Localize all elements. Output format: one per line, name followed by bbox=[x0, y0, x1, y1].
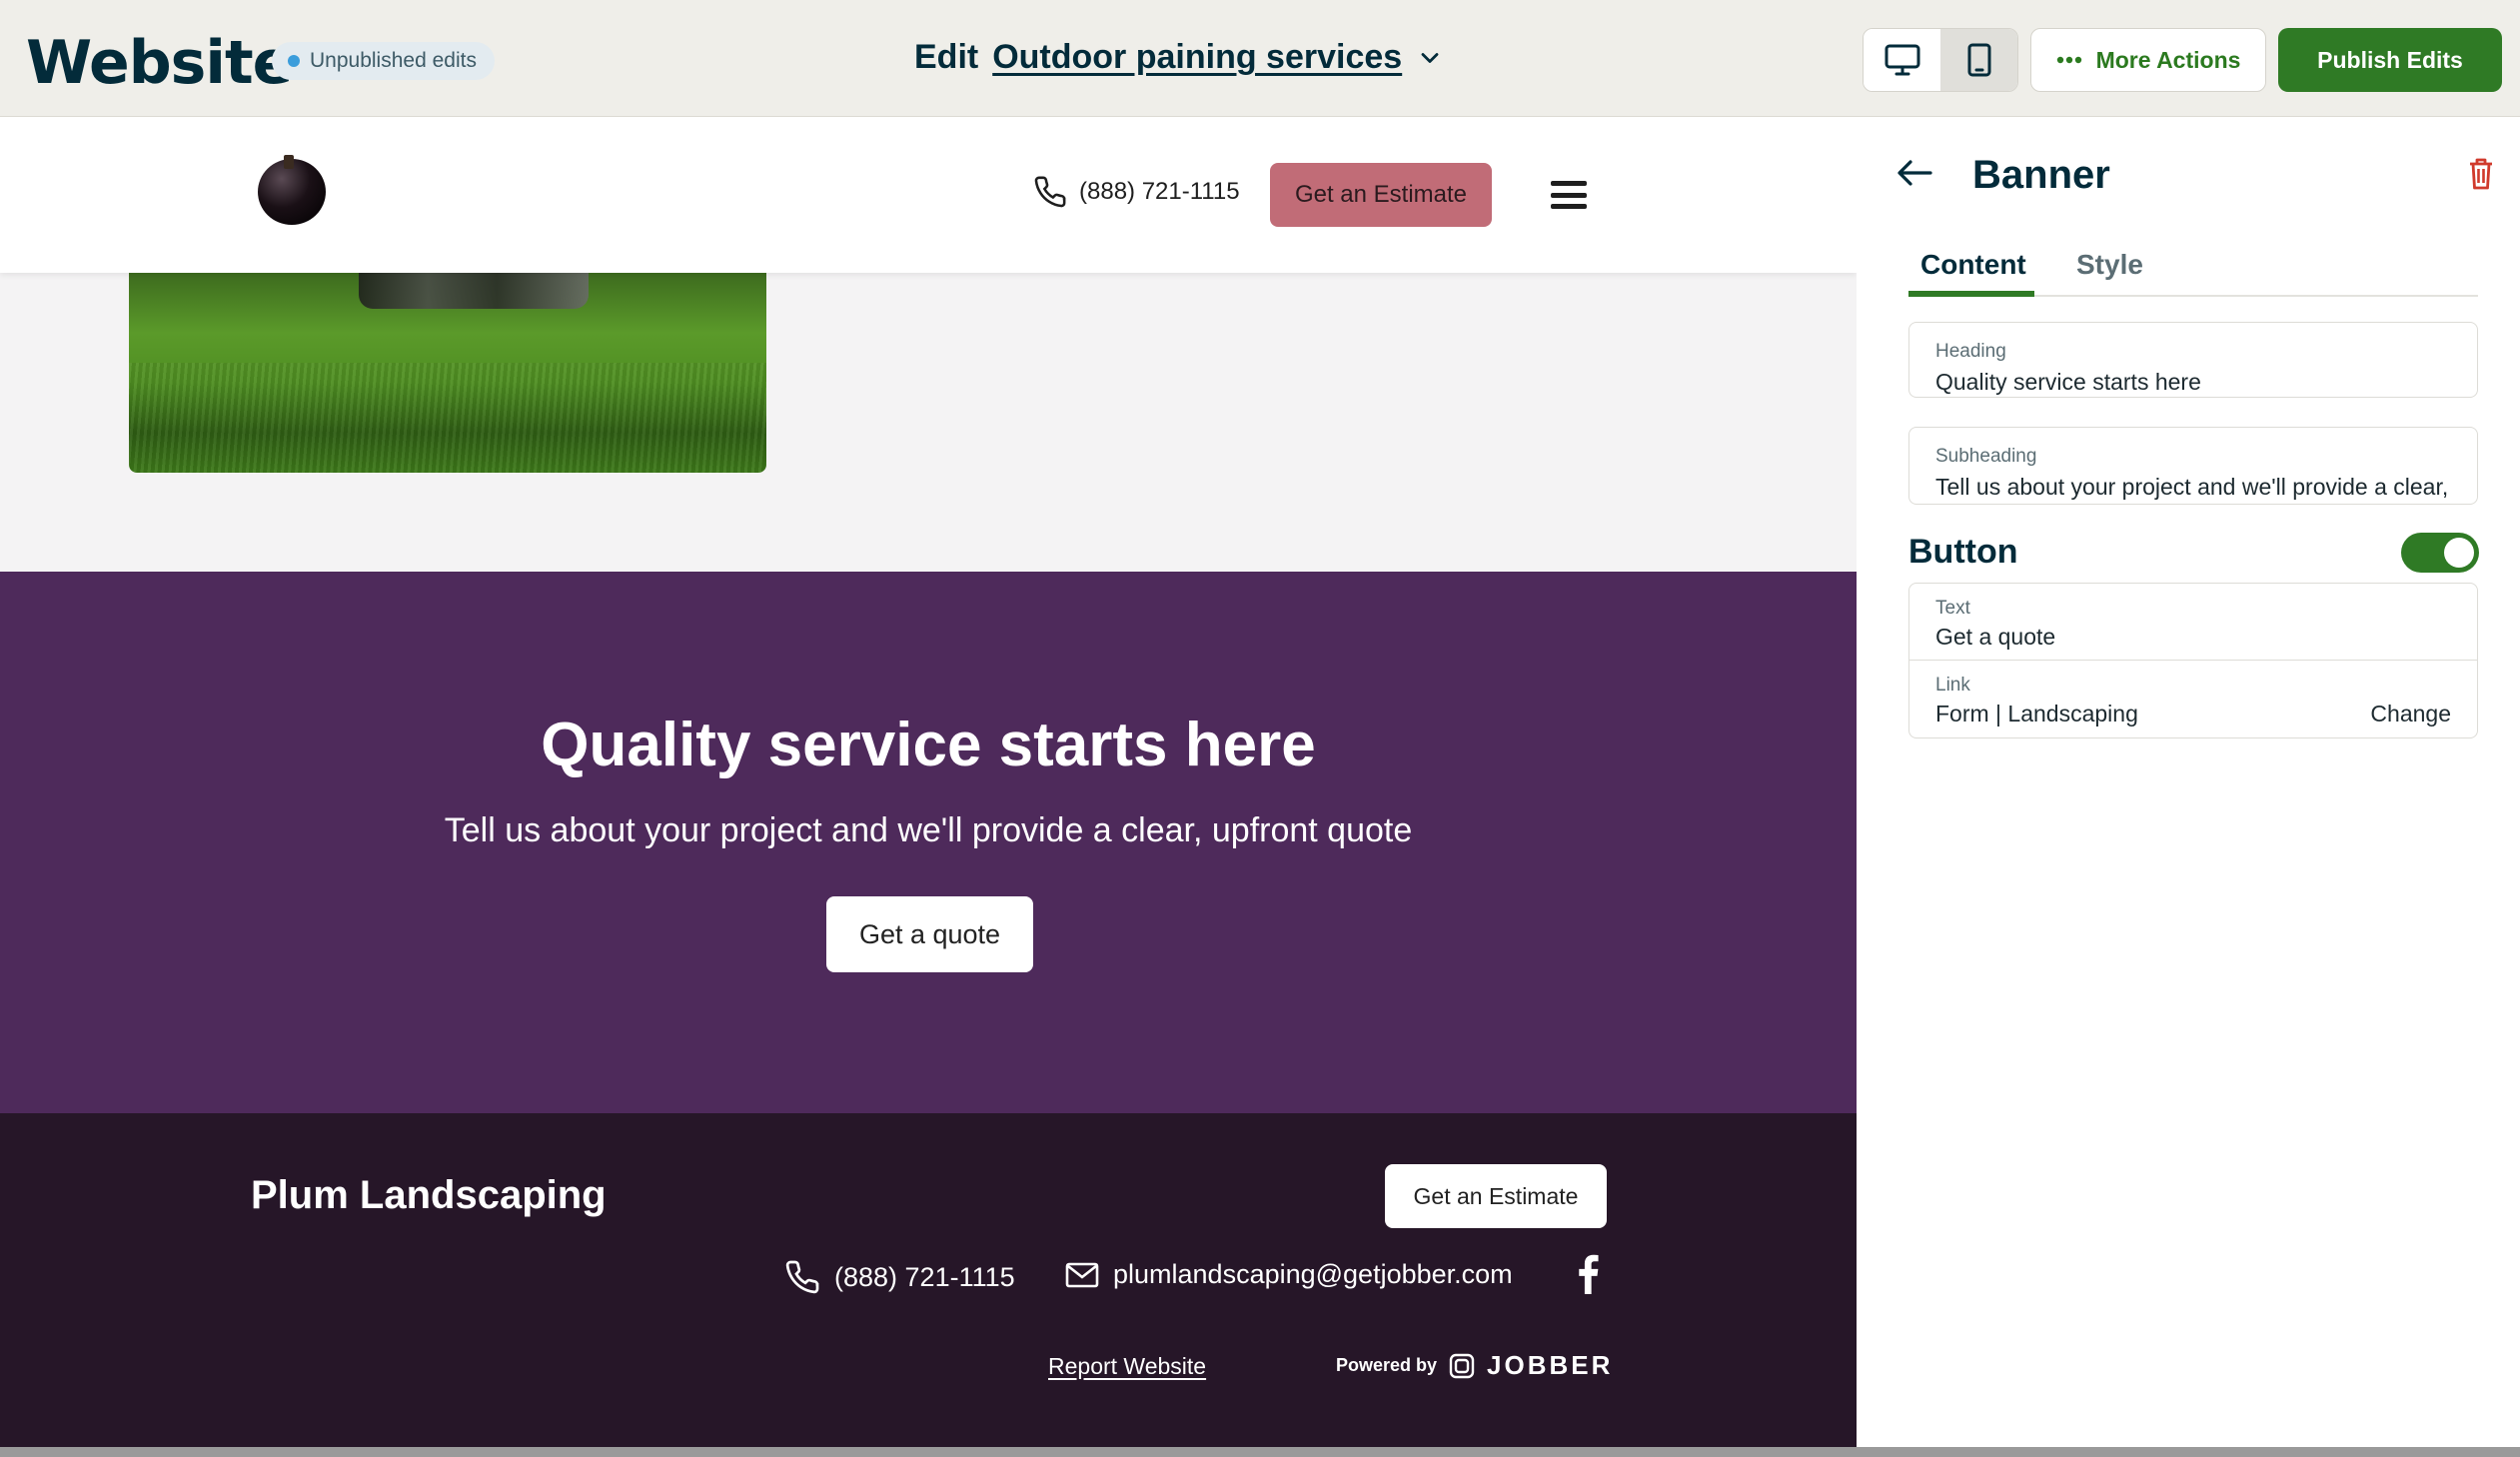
mobile-view-button[interactable] bbox=[1940, 29, 2017, 91]
subheading-field-label: Subheading bbox=[1935, 446, 2037, 467]
chevron-down-icon[interactable] bbox=[1416, 44, 1444, 72]
back-arrow-icon[interactable] bbox=[1896, 159, 1932, 187]
phone-icon bbox=[785, 1260, 819, 1294]
editor-side-panel: Banner Content Style Heading Quality ser… bbox=[1857, 117, 2520, 1447]
banner-quote-button[interactable]: Get a quote bbox=[826, 896, 1033, 972]
tab-style[interactable]: Style bbox=[2064, 249, 2155, 297]
status-badge: Unpublished edits bbox=[272, 42, 495, 80]
hamburger-menu-icon[interactable] bbox=[1551, 181, 1587, 209]
panel-tabs: Content Style bbox=[1908, 249, 2478, 297]
site-header[interactable]: (888) 721-1115 Get an Estimate bbox=[0, 117, 1857, 273]
header-phone-link[interactable]: (888) 721-1115 bbox=[1033, 175, 1240, 209]
window-bottom-edge bbox=[0, 1447, 2520, 1457]
page-selector[interactable]: Edit Outdoor paining services bbox=[914, 38, 1444, 77]
jobber-wordmark: JOBBER bbox=[1487, 1350, 1614, 1380]
button-section-title: Button bbox=[1908, 533, 2018, 571]
jobber-logo-icon bbox=[1449, 1353, 1475, 1378]
editor-topbar: Website Unpublished edits Edit Outdoor p… bbox=[0, 0, 2520, 117]
powered-by-label: Powered by bbox=[1336, 1355, 1438, 1375]
button-link-field: Link Form | Landscaping Change bbox=[1909, 661, 2477, 737]
page-name-link[interactable]: Outdoor paining services bbox=[992, 38, 1402, 77]
footer-phone-link[interactable]: (888) 721-1115 bbox=[784, 1259, 1015, 1295]
change-link-button[interactable]: Change bbox=[2370, 701, 2451, 728]
button-settings-group: Text Get a quote Link Form | Landscaping… bbox=[1908, 583, 2478, 738]
facebook-icon[interactable] bbox=[1577, 1254, 1599, 1294]
phone-icon bbox=[1034, 176, 1066, 208]
site-footer: Plum Landscaping Get an Estimate (888) 7… bbox=[0, 1113, 1857, 1447]
mobile-icon bbox=[1967, 43, 1990, 77]
report-website-link[interactable]: Report Website bbox=[1048, 1353, 1206, 1380]
footer-email-text: plumlandscaping@getjobber.com bbox=[1113, 1259, 1513, 1289]
panel-title: Banner bbox=[1972, 153, 2110, 197]
subheading-field[interactable]: Subheading Tell us about your project an… bbox=[1908, 427, 2478, 505]
lawn-mower-image[interactable] bbox=[129, 273, 766, 473]
button-text-field[interactable]: Text Get a quote bbox=[1909, 584, 2477, 661]
heading-field-label: Heading bbox=[1935, 341, 2006, 362]
trash-icon[interactable] bbox=[2467, 157, 2495, 191]
app-brand: Website bbox=[26, 28, 293, 98]
ellipsis-icon bbox=[2056, 56, 2081, 64]
site-logo[interactable] bbox=[258, 155, 326, 225]
heading-field-value[interactable]: Quality service starts here bbox=[1935, 369, 2453, 396]
header-estimate-button[interactable]: Get an Estimate bbox=[1270, 163, 1492, 227]
heading-field[interactable]: Heading Quality service starts here bbox=[1908, 322, 2478, 398]
desktop-icon bbox=[1885, 44, 1919, 76]
edit-label: Edit bbox=[914, 38, 979, 76]
mail-icon bbox=[1065, 1262, 1099, 1287]
footer-estimate-button[interactable]: Get an Estimate bbox=[1385, 1164, 1607, 1228]
more-actions-label: More Actions bbox=[2095, 46, 2241, 73]
device-toggle bbox=[1863, 28, 2018, 92]
powered-by-jobber[interactable]: Powered by JOBBER bbox=[1336, 1350, 1613, 1381]
subheading-field-value[interactable]: Tell us about your project and we'll pro… bbox=[1935, 474, 2453, 501]
banner-heading: Quality service starts here bbox=[541, 711, 1316, 779]
footer-email-link[interactable]: plumlandscaping@getjobber.com bbox=[1065, 1259, 1513, 1290]
tab-content[interactable]: Content bbox=[1908, 249, 2034, 297]
site-preview: (888) 721-1115 Get an Estimate Quality s… bbox=[0, 117, 1857, 1447]
desktop-view-button[interactable] bbox=[1864, 29, 1940, 91]
status-dot-icon bbox=[288, 55, 300, 67]
status-badge-label: Unpublished edits bbox=[310, 49, 477, 72]
button-visibility-toggle[interactable] bbox=[2401, 533, 2479, 573]
footer-business-name: Plum Landscaping bbox=[251, 1173, 607, 1217]
more-actions-button[interactable]: More Actions bbox=[2030, 28, 2266, 92]
button-text-label: Text bbox=[1935, 598, 1970, 619]
banner-subheading: Tell us about your project and we'll pro… bbox=[444, 811, 1413, 849]
publish-edits-button[interactable]: Publish Edits bbox=[2278, 28, 2502, 92]
button-text-value[interactable]: Get a quote bbox=[1935, 624, 2055, 651]
footer-phone-text: (888) 721-1115 bbox=[834, 1261, 1015, 1292]
button-link-value: Form | Landscaping bbox=[1935, 701, 2138, 727]
button-link-label: Link bbox=[1935, 675, 1970, 696]
header-phone-text: (888) 721-1115 bbox=[1079, 178, 1240, 205]
banner-section[interactable]: Quality service starts here Tell us abou… bbox=[0, 572, 1857, 1113]
